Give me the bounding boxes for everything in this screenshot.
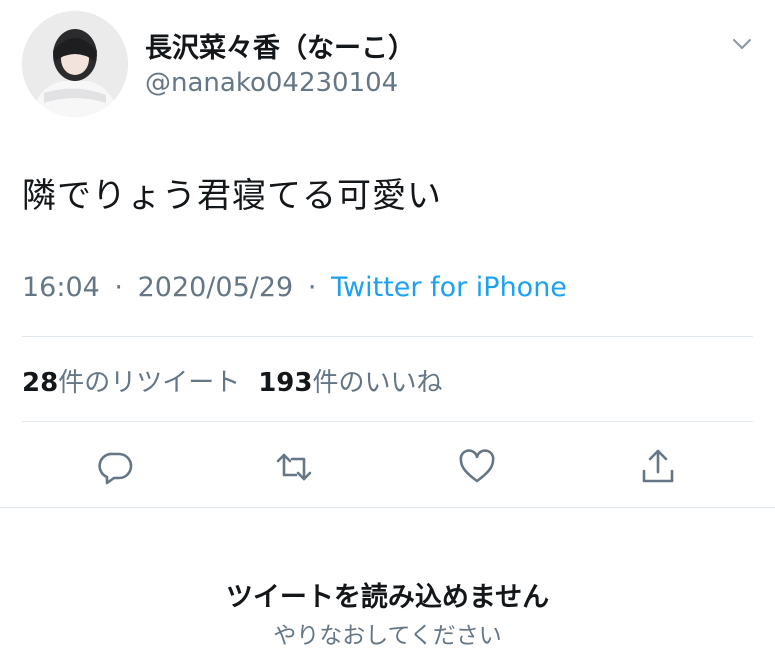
reply-button[interactable] — [89, 440, 143, 494]
retweet-button[interactable] — [267, 440, 321, 494]
display-name[interactable]: 長沢菜々香（なーこ） — [145, 26, 415, 65]
retweet-icon — [276, 453, 312, 481]
retry-link[interactable]: やりなおしてください — [0, 616, 775, 650]
tweet-source-link[interactable]: Twitter for iPhone — [331, 272, 567, 303]
like-label: 件のいいね — [312, 368, 443, 398]
retweet-label: 件のリツイート — [58, 368, 241, 398]
tweet-stats: 28件のリツイート 193件のいいね — [22, 362, 443, 399]
avatar-image — [22, 11, 128, 117]
like-icon — [459, 449, 495, 483]
retweet-count: 28 — [22, 368, 59, 398]
share-button[interactable] — [631, 440, 685, 494]
like-stat[interactable]: 193件のいいね — [258, 368, 442, 398]
reply-icon — [98, 452, 133, 485]
tweet-card: 長沢菜々香（なーこ） @nanako04230104 隣でりょう君寝てる可愛い … — [0, 0, 775, 507]
tweet-actions — [0, 440, 775, 494]
divider — [22, 336, 753, 337]
section-divider — [0, 507, 775, 508]
meta-separator: · — [114, 272, 123, 303]
tweet-date: 2020/05/29 — [137, 272, 294, 303]
like-count: 193 — [258, 368, 313, 398]
user-handle[interactable]: @nanako04230104 — [145, 68, 398, 98]
tweet-text: 隣でりょう君寝てる可愛い — [22, 176, 442, 216]
retweet-stat[interactable]: 28件のリツイート — [22, 368, 240, 398]
avatar[interactable] — [22, 11, 128, 117]
like-button[interactable] — [450, 440, 504, 494]
chevron-down-icon[interactable] — [728, 30, 756, 58]
error-title: ツイートを読み込めません — [225, 582, 550, 613]
tweet-meta: 16:04 · 2020/05/29 · Twitter for iPhone — [22, 272, 567, 303]
share-icon — [642, 449, 674, 483]
divider — [22, 421, 753, 422]
meta-separator: · — [307, 272, 317, 303]
tweet-time: 16:04 — [22, 272, 100, 303]
